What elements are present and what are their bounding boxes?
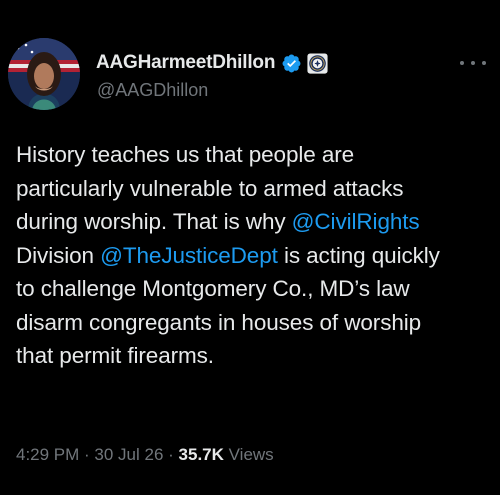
- tweet-date[interactable]: 30 Jul 26: [94, 445, 163, 464]
- tweet-text-line: to challenge Montgomery Co., MD’s law: [16, 272, 496, 306]
- views-count[interactable]: 35.7K: [179, 445, 224, 464]
- author-handle[interactable]: @AAGDhillon: [97, 80, 208, 101]
- tweet-text-line: that permit firearms.: [16, 339, 496, 373]
- tweet-text-segment: during worship. That is why: [16, 209, 292, 234]
- tweet-text-segment: Division: [16, 242, 101, 268]
- tweet-text-line: particularly vulnerable to armed attacks: [16, 172, 496, 206]
- mention-link[interactable]: @TheJusticeDept: [100, 243, 278, 268]
- tweet-text: History teaches us that people are partic…: [16, 138, 496, 373]
- views-label: Views: [223, 445, 274, 464]
- tweet-text-segment: is acting quickly: [277, 242, 440, 268]
- tweet-text-segment: History teaches us that people are: [16, 142, 355, 167]
- doj-seal-icon[interactable]: [307, 52, 328, 74]
- tweet-metadata: 4:29 PM · 30 Jul 26 · 35.7K Views: [16, 445, 274, 465]
- tweet-text-segment: to challenge Montgomery Co., MD’s law: [16, 276, 410, 301]
- tweet-text-segment: disarm congregants in houses of worship: [16, 309, 422, 335]
- tweet-text-line: History teaches us that people are: [16, 138, 496, 172]
- display-name[interactable]: AAGHarmeetDhillon: [96, 52, 275, 74]
- avatar-image: [8, 38, 80, 110]
- tweet-text-line: during worship. That is why @CivilRights: [16, 205, 496, 239]
- tweet-text-segment: particularly vulnerable to armed attacks: [16, 175, 404, 201]
- meta-separator: ·: [163, 445, 179, 464]
- author-name-row: AAGHarmeetDhillon: [96, 50, 328, 76]
- more-options-button[interactable]: [460, 56, 486, 70]
- tweet: AAGHarmeetDhillon @AAGDhillon History te…: [0, 0, 500, 495]
- tweet-time[interactable]: 4:29 PM: [16, 445, 79, 464]
- tweet-text-segment: that permit firearms.: [16, 343, 214, 368]
- tweet-text-line: Division @TheJusticeDept is acting quick…: [16, 239, 496, 273]
- verified-badge-icon[interactable]: [281, 53, 302, 74]
- more-horizontal-icon: [460, 61, 464, 65]
- mention-link[interactable]: @CivilRights: [292, 209, 420, 234]
- avatar[interactable]: [8, 38, 80, 110]
- tweet-text-line: disarm congregants in houses of worship: [16, 306, 496, 340]
- meta-separator: ·: [79, 445, 95, 464]
